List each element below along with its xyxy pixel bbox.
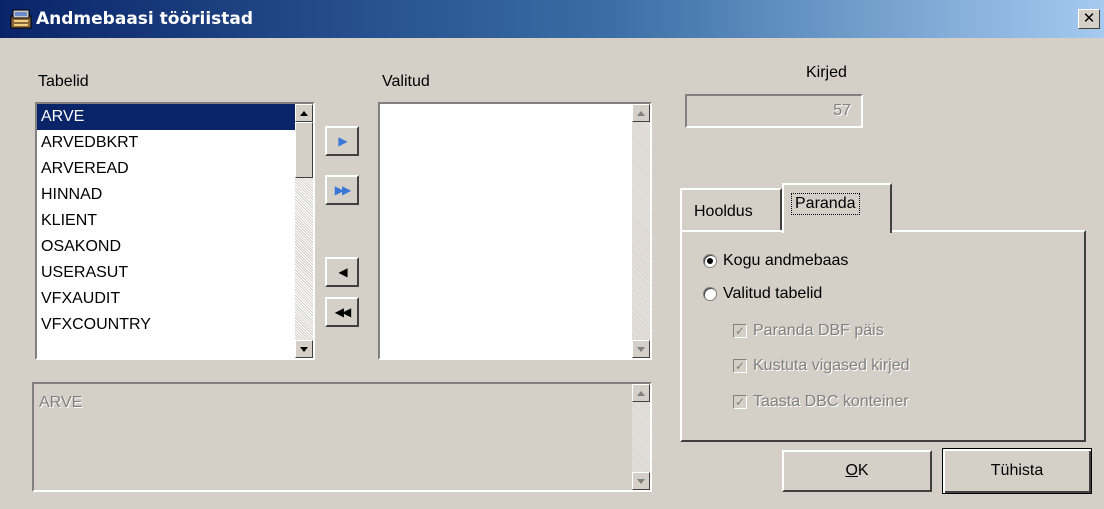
radio-whole-database[interactable]: Kogu andmebaas: [703, 252, 848, 270]
ok-button[interactable]: OK: [782, 450, 932, 492]
list-item[interactable]: ARVE: [37, 104, 295, 130]
list-item[interactable]: ARVEDBKRT: [37, 130, 295, 156]
checkbox-fix-dbf-header-label: Paranda DBF päis: [753, 322, 884, 339]
scroll-down-button[interactable]: [632, 340, 650, 358]
tab-hooldus-label: Hooldus: [694, 203, 753, 220]
selected-label: Valitud: [382, 73, 430, 90]
tab-hooldus[interactable]: Hooldus: [680, 188, 782, 230]
memo-text: ARVE: [39, 394, 83, 411]
app-icon: [10, 8, 32, 30]
checkmark-icon: ✓: [733, 324, 747, 338]
list-item[interactable]: VFXAUDIT: [37, 286, 295, 312]
checkbox-restore-dbc-container[interactable]: ✓ Taasta DBC konteiner: [733, 393, 909, 411]
scroll-up-button[interactable]: [632, 384, 650, 402]
records-field: 57: [685, 94, 863, 128]
memo-scrollbar[interactable]: [632, 384, 650, 490]
selected-scrollbar[interactable]: [632, 104, 650, 358]
tables-scrollbar[interactable]: [295, 104, 313, 358]
chevron-up-icon: [637, 390, 645, 396]
list-item[interactable]: OSAKOND: [37, 234, 295, 260]
scroll-down-button[interactable]: [632, 472, 650, 490]
list-item[interactable]: ARVEREAD: [37, 156, 295, 182]
checkbox-delete-bad-records[interactable]: ✓ Kustuta vigased kirjed: [733, 357, 910, 375]
info-memo[interactable]: ARVE: [32, 382, 652, 492]
ok-label: K: [857, 462, 869, 479]
records-label: Kirjed: [806, 64, 847, 81]
double-arrow-right-icon: ▶▶: [334, 183, 352, 197]
radio-selected-tables-label: Valitud tabelid: [723, 285, 823, 302]
scroll-thumb[interactable]: [295, 122, 313, 178]
radio-dot: [707, 258, 713, 264]
cancel-label: Tühista: [990, 462, 1044, 479]
scroll-up-button[interactable]: [632, 104, 650, 122]
checkbox-restore-dbc-container-label: Taasta DBC konteiner: [753, 393, 909, 410]
tab-paranda-label: Paranda: [791, 193, 860, 215]
ok-mnemonic: O: [845, 462, 858, 479]
list-item[interactable]: VFXCOUNTRY: [37, 312, 295, 338]
scroll-down-button[interactable]: [295, 340, 313, 358]
checkbox-delete-bad-records-label: Kustuta vigased kirjed: [753, 357, 910, 374]
list-item[interactable]: KLIENT: [37, 208, 295, 234]
chevron-down-icon: [637, 478, 645, 484]
radio-selected-tables[interactable]: Valitud tabelid: [703, 285, 822, 303]
remove-one-button[interactable]: ◀: [325, 257, 359, 287]
list-item[interactable]: USERASUT: [37, 260, 295, 286]
add-one-button[interactable]: ▶: [325, 126, 359, 156]
arrow-left-icon: ◀: [338, 265, 347, 279]
tab-paranda[interactable]: Paranda: [782, 183, 892, 233]
chevron-down-icon: [637, 346, 645, 352]
tables-label: Tabelid: [38, 73, 89, 90]
add-all-button[interactable]: ▶▶: [325, 175, 359, 205]
records-value: 57: [833, 102, 851, 119]
list-item[interactable]: HINNAD: [37, 182, 295, 208]
close-button[interactable]: ✕: [1078, 9, 1100, 29]
tables-listbox[interactable]: ARVE ARVEDBKRT ARVEREAD HINNAD KLIENT OSAKOND…: [35, 102, 315, 360]
radio-circle: [703, 254, 717, 268]
close-icon: ✕: [1082, 10, 1096, 27]
window-title: Andmebaasi tööriistad: [36, 9, 254, 29]
title-bar[interactable]: Andmebaasi tööriistad ✕: [0, 0, 1104, 38]
radio-circle: [703, 287, 717, 301]
checkbox-fix-dbf-header[interactable]: ✓ Paranda DBF päis: [733, 322, 884, 340]
remove-all-button[interactable]: ◀◀: [325, 297, 359, 327]
checkmark-icon: ✓: [733, 395, 747, 409]
cancel-button[interactable]: Tühista: [942, 448, 1092, 494]
double-arrow-left-icon: ◀◀: [334, 305, 352, 319]
scroll-up-button[interactable]: [295, 104, 313, 122]
chevron-up-icon: [637, 110, 645, 116]
radio-whole-database-label: Kogu andmebaas: [723, 252, 849, 269]
checkmark-icon: ✓: [733, 359, 747, 373]
chevron-down-icon: [300, 346, 308, 352]
tables-list: ARVE ARVEDBKRT ARVEREAD HINNAD KLIENT OSAKOND…: [37, 104, 295, 338]
chevron-up-icon: [300, 110, 308, 116]
selected-listbox[interactable]: [378, 102, 652, 360]
arrow-right-icon: ▶: [338, 134, 347, 148]
